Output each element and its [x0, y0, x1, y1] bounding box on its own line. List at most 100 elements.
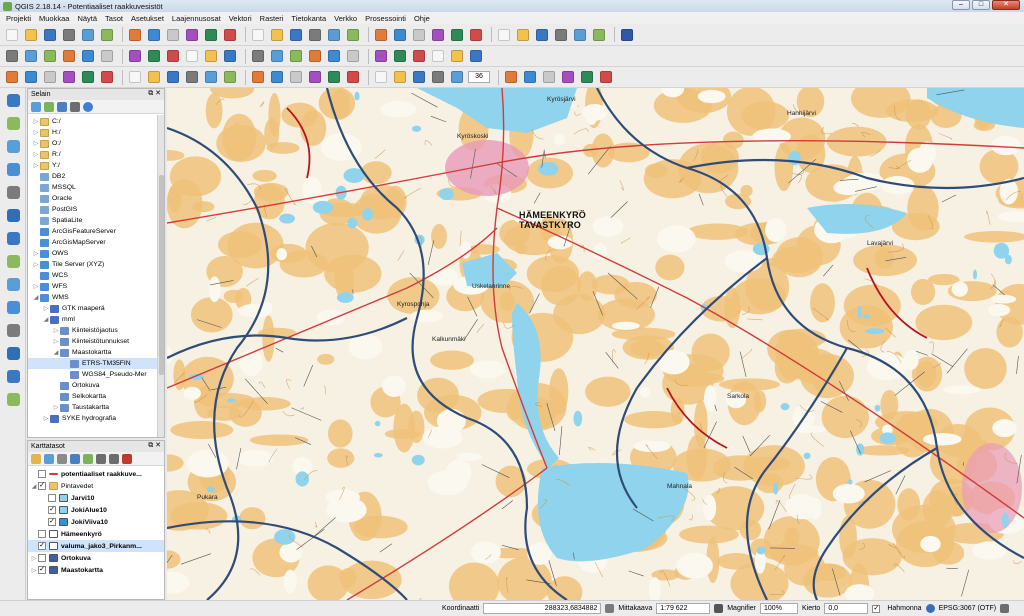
pan-button[interactable]: [127, 27, 143, 43]
refresh-button[interactable]: [373, 27, 389, 43]
expander-icon[interactable]: ▷: [52, 338, 60, 345]
new-project-button[interactable]: [4, 27, 20, 43]
browser-item[interactable]: ▷ SYKE hydrografia: [28, 413, 164, 424]
zoom-actual-button[interactable]: [203, 27, 219, 43]
delete-selected-button[interactable]: [127, 48, 143, 64]
delete-part-button[interactable]: [80, 69, 96, 85]
arc-button[interactable]: [560, 69, 576, 85]
crs-globe-icon[interactable]: [925, 604, 935, 613]
new-spatialite-layer-button[interactable]: [4, 321, 22, 339]
zoom-in-button[interactable]: [165, 27, 181, 43]
layer-item[interactable]: ▷ Ortokuva: [28, 552, 164, 564]
save-edits-button[interactable]: [42, 48, 58, 64]
layer-visibility-checkbox[interactable]: [38, 530, 46, 538]
label-rotate-button[interactable]: [345, 48, 361, 64]
browser-item[interactable]: Ortokuva: [28, 380, 164, 391]
offset-curve-button[interactable]: [127, 69, 143, 85]
browser-item[interactable]: ▷ Kiinteistöjaotus: [28, 325, 164, 336]
add-wcs-layer-button[interactable]: [4, 229, 22, 247]
merge-attributes-button[interactable]: [184, 69, 200, 85]
plugin-button[interactable]: [468, 48, 484, 64]
browser-item[interactable]: MSSQL: [28, 182, 164, 193]
field-calculator-button[interactable]: [515, 27, 531, 43]
browser-item[interactable]: ArcGisMapServer: [28, 237, 164, 248]
label-diagram-button[interactable]: [288, 48, 304, 64]
expander-icon[interactable]: ▷: [32, 118, 40, 125]
add-mssql-layer-button[interactable]: [4, 183, 22, 201]
layer-visibility-checkbox[interactable]: [48, 494, 56, 502]
move-feature-button[interactable]: [80, 48, 96, 64]
deselect-button[interactable]: [468, 27, 484, 43]
menu-ohje[interactable]: Ohje: [410, 14, 434, 23]
add-selected-layers-icon[interactable]: [31, 101, 41, 112]
expander-icon[interactable]: ▷: [42, 305, 50, 312]
browser-item[interactable]: ▷ Taustakartta: [28, 402, 164, 413]
remove-layer-button[interactable]: [4, 390, 22, 408]
rotation-marker-button[interactable]: [430, 69, 446, 85]
panel-float-close-icons[interactable]: ⧉ ✕: [148, 441, 161, 450]
open-attribute-table-button[interactable]: [496, 27, 512, 43]
node-tool-button[interactable]: [99, 48, 115, 64]
layer-item[interactable]: ▷ ✓ Maastokartta: [28, 564, 164, 576]
ellipse-button[interactable]: [579, 69, 595, 85]
expander-icon[interactable]: ▷: [32, 250, 40, 257]
expander-icon[interactable]: ▷: [32, 261, 40, 268]
digitize-add-ring-button[interactable]: [4, 69, 20, 85]
select-button[interactable]: [430, 27, 446, 43]
spiral-button[interactable]: [598, 69, 614, 85]
add-wms-layer-button[interactable]: [4, 206, 22, 224]
statistics-button[interactable]: [534, 27, 550, 43]
layer-item[interactable]: Hämeenkyrö: [28, 528, 164, 540]
scale-field[interactable]: 1:79 622: [656, 603, 711, 614]
menu-verkko[interactable]: Verkko: [330, 14, 361, 23]
add-feature-button[interactable]: [61, 48, 77, 64]
render-checkbox[interactable]: ✓: [872, 604, 881, 613]
expander-icon[interactable]: ◢: [42, 316, 50, 323]
layer-visibility-checkbox[interactable]: ✓: [38, 566, 46, 574]
simplify-button[interactable]: [250, 69, 266, 85]
layer-visibility-checkbox[interactable]: [38, 554, 46, 562]
menu-muokkaa[interactable]: Muokkaa: [35, 14, 73, 23]
zoom-layer-button[interactable]: [250, 27, 266, 43]
browser-item[interactable]: ▷ Y:/: [28, 160, 164, 171]
show-bookmarks-button[interactable]: [345, 27, 361, 43]
qgis-cloud-button[interactable]: [430, 48, 446, 64]
new-geopackage-layer-button[interactable]: [4, 344, 22, 362]
add-part-button[interactable]: [23, 69, 39, 85]
layer-item[interactable]: Jarvi10: [28, 492, 164, 504]
xy-tool-button[interactable]: [307, 69, 323, 85]
new-shapefile-layer-button[interactable]: [4, 298, 22, 316]
menu-asetukset[interactable]: Asetukset: [127, 14, 168, 23]
browser-item[interactable]: ▷ R:/: [28, 149, 164, 160]
snapping-button[interactable]: [269, 69, 285, 85]
remove-layer-icon[interactable]: [122, 453, 132, 464]
minimize-button[interactable]: –: [952, 0, 970, 10]
redo-button[interactable]: [222, 48, 238, 64]
expander-icon[interactable]: ▷: [42, 415, 50, 422]
easy-custom-labeling-button[interactable]: [449, 48, 465, 64]
select-polygon-button[interactable]: [449, 27, 465, 43]
browser-item[interactable]: WCS: [28, 270, 164, 281]
expand-all-icon[interactable]: [96, 453, 106, 464]
add-raster-layer-button[interactable]: [4, 114, 22, 132]
current-edits-button[interactable]: [4, 48, 20, 64]
menu-tietokanta[interactable]: Tietokanta: [287, 14, 330, 23]
crs-status[interactable]: EPSG:3067 (OTF): [939, 605, 997, 612]
split-parts-button[interactable]: [165, 69, 181, 85]
close-button[interactable]: ✕: [992, 0, 1020, 10]
browser-item[interactable]: ArcGisFeatureServer: [28, 226, 164, 237]
browser-item[interactable]: ▷ H:/: [28, 127, 164, 138]
browser-item[interactable]: DB2: [28, 171, 164, 182]
add-wfs-layer-button[interactable]: [4, 252, 22, 270]
menu-prosessointi[interactable]: Prosessointi: [361, 14, 410, 23]
map-tips-button[interactable]: [572, 27, 588, 43]
expander-icon[interactable]: ▷: [32, 151, 40, 158]
add-postgis-layer-button[interactable]: [4, 137, 22, 155]
reshape-button[interactable]: [99, 69, 115, 85]
star-symbol-button[interactable]: [288, 69, 304, 85]
undo-button[interactable]: [203, 48, 219, 64]
expander-icon[interactable]: ▷: [32, 129, 40, 136]
layer-visibility-checkbox[interactable]: ✓: [48, 506, 56, 514]
save-as-button[interactable]: [61, 27, 77, 43]
menu-projekti[interactable]: Projekti: [2, 14, 35, 23]
